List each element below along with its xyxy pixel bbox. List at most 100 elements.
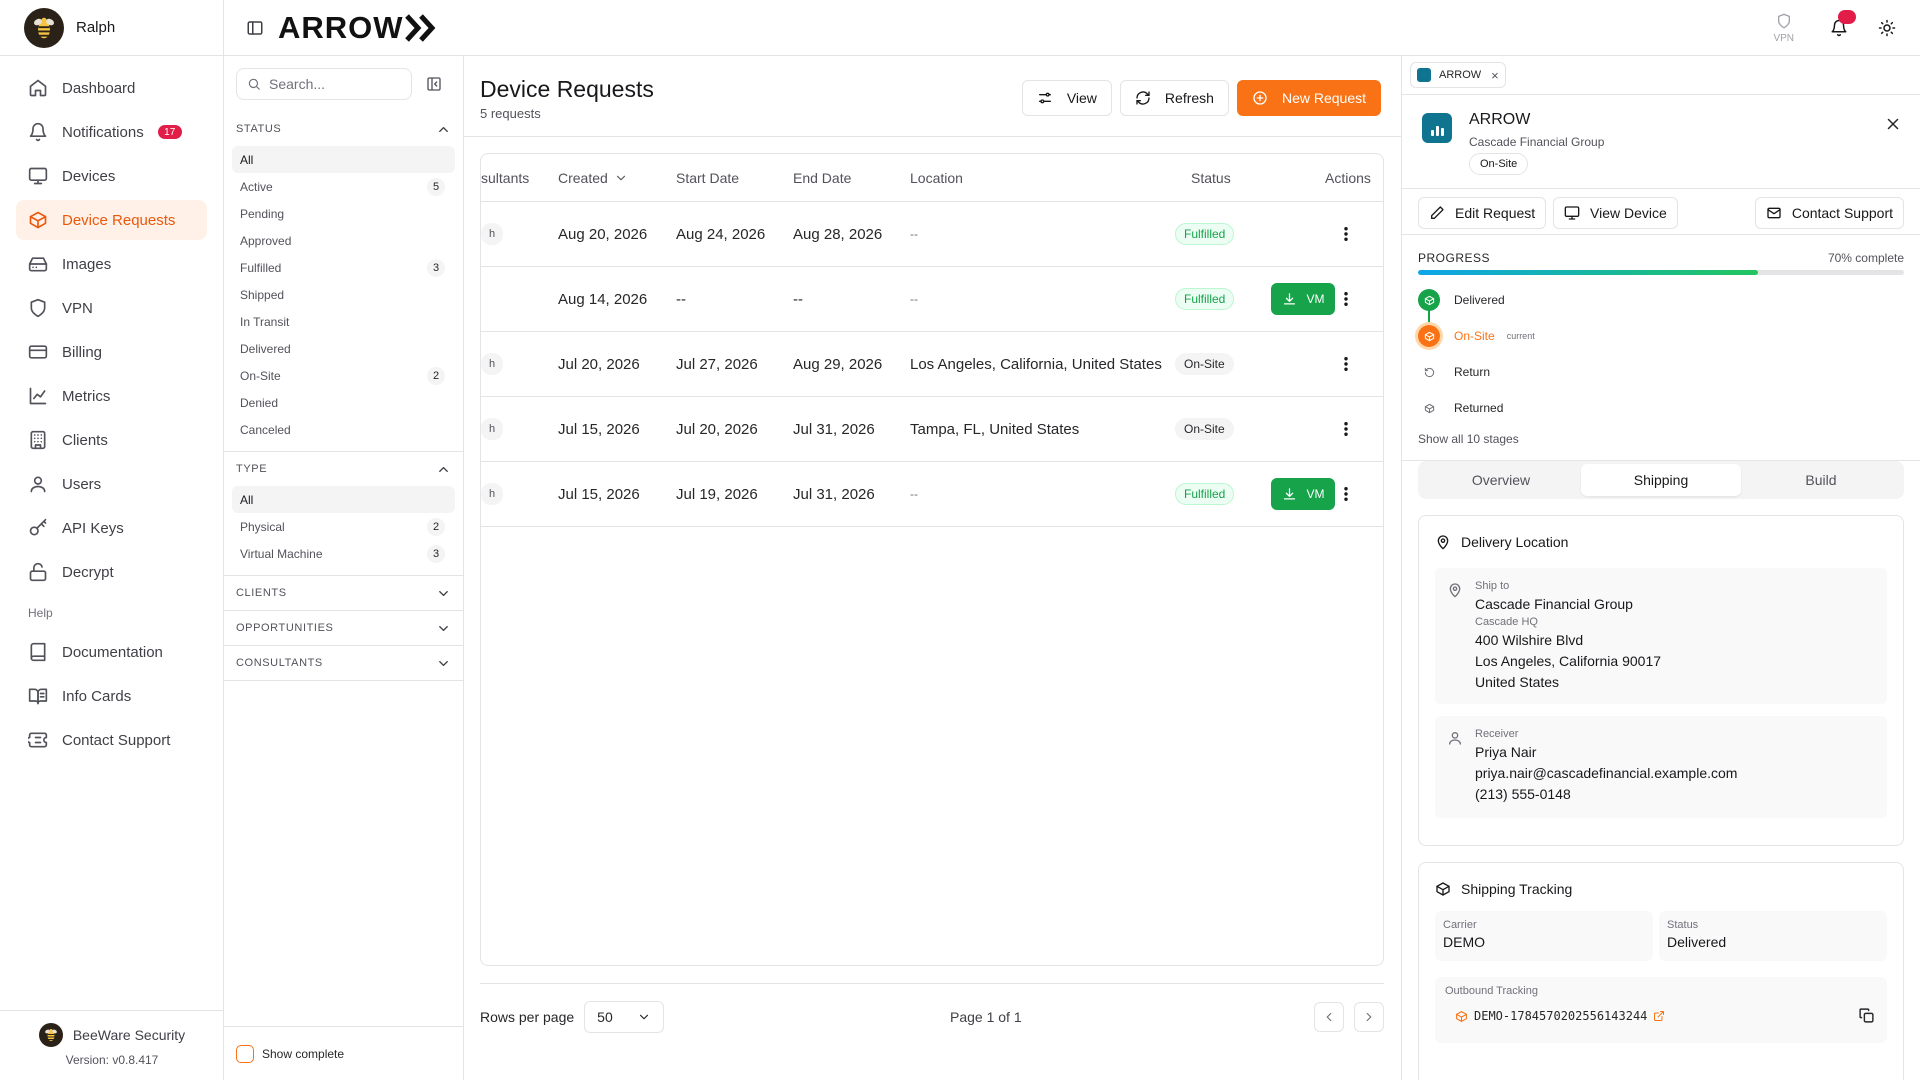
type-filter-option[interactable]: All [232, 486, 455, 513]
sidebar-item-clients[interactable]: Clients [16, 420, 207, 460]
new-request-label: New Request [1281, 90, 1366, 106]
user-avatar-icon [24, 7, 64, 48]
col-end-date[interactable]: End Date [793, 154, 851, 201]
progress-stage: Return [1418, 361, 1490, 383]
copy-icon[interactable] [1858, 1007, 1875, 1024]
rows-per-page-select[interactable]: 50 [584, 1001, 665, 1033]
sidebar-item-label: Info Cards [62, 687, 132, 705]
download-vm-button[interactable]: VM [1271, 283, 1335, 315]
detail-tab-label: ARROW [1439, 69, 1482, 81]
col-consultants[interactable]: sultants [481, 154, 529, 201]
status-filter-option[interactable]: Shipped [232, 281, 455, 308]
ship-to-name: Cascade Financial Group [1475, 596, 1633, 612]
filter-search-input[interactable] [269, 76, 399, 92]
col-location[interactable]: Location [910, 154, 963, 201]
sidebar-item-billing[interactable]: Billing [16, 332, 207, 372]
view-device-button[interactable]: View Device [1553, 197, 1678, 229]
sidebar-item-metrics[interactable]: Metrics [16, 376, 207, 416]
chevron-right-icon [1362, 1010, 1376, 1024]
status-filter-option[interactable]: Delivered [232, 335, 455, 362]
type-filter-option[interactable]: Virtual Machine 3 [232, 540, 455, 567]
cell-created: Jul 20, 2026 [558, 355, 640, 373]
row-actions-menu-icon[interactable] [1337, 225, 1355, 243]
prev-page-button[interactable] [1314, 1002, 1344, 1032]
col-created[interactable]: Created [558, 154, 628, 201]
sidebar-item-dashboard[interactable]: Dashboard [16, 68, 207, 108]
status-filter-option[interactable]: In Transit [232, 308, 455, 335]
notifications-button[interactable] [1830, 10, 1856, 37]
close-tab-icon[interactable]: × [1491, 68, 1499, 83]
user-profile[interactable]: Ralph [0, 0, 223, 56]
sidebar-item-documentation[interactable]: Documentation [16, 632, 207, 672]
status-filter-option[interactable]: Canceled [232, 416, 455, 443]
notification-count-badge: 17 [157, 125, 182, 139]
app-logo[interactable]: ARROW [278, 10, 440, 46]
tab-overview[interactable]: Overview [1421, 464, 1581, 496]
sidebar-item-notifications[interactable]: Notifications 17 [16, 112, 207, 152]
new-request-button[interactable]: New Request [1236, 80, 1381, 116]
status-filter-option[interactable]: All [232, 146, 455, 173]
sidebar-item-device-requests[interactable]: Device Requests [16, 200, 207, 240]
table-row[interactable]: h Jul 15, 2026 Jul 20, 2026 Jul 31, 2026 Tam… [481, 397, 1383, 462]
close-icon [1884, 115, 1902, 133]
sidebar-toggle-icon[interactable] [246, 19, 264, 37]
opportunities-filter-header[interactable]: OPPORTUNITIES [224, 611, 463, 645]
sidebar-item-vpn[interactable]: VPN [16, 288, 207, 328]
contact-support-button[interactable]: Contact Support [1754, 197, 1904, 229]
status-filter-option[interactable]: Active 5 [232, 173, 455, 200]
row-actions-menu-icon[interactable] [1337, 290, 1355, 308]
sidebar-item-info-cards[interactable]: Info Cards [16, 676, 207, 716]
show-all-stages-link[interactable]: Show all 10 stages [1418, 432, 1519, 446]
sidebar-item-images[interactable]: Images [16, 244, 207, 284]
status-filter-option[interactable]: Denied [232, 389, 455, 416]
tab-build[interactable]: Build [1741, 464, 1901, 496]
next-page-button[interactable] [1354, 1002, 1384, 1032]
view-options-button[interactable]: View [1021, 80, 1112, 116]
edit-request-button[interactable]: Edit Request [1418, 197, 1547, 229]
status-filter-option[interactable]: Fulfilled 3 [232, 254, 455, 281]
tab-shipping[interactable]: Shipping [1581, 464, 1741, 496]
status-filter-option[interactable]: Approved [232, 227, 455, 254]
consultants-filter-header[interactable]: CONSULTANTS [224, 646, 463, 680]
clients-filter-header[interactable]: CLIENTS [224, 576, 463, 610]
receiver-email[interactable]: priya.nair@cascadefinancial.example.com [1475, 765, 1737, 781]
close-panel-button[interactable] [1884, 115, 1902, 133]
theme-toggle-button[interactable] [1878, 19, 1896, 37]
status-filter-option[interactable]: Pending [232, 200, 455, 227]
sidebar-item-users[interactable]: Users [16, 464, 207, 504]
detail-tab[interactable]: ARROW × [1410, 62, 1506, 88]
cell-created: Aug 14, 2026 [558, 290, 648, 308]
table-row[interactable]: Aug 14, 2026 -- -- -- Fulfilled VM [481, 267, 1383, 332]
type-filter-option[interactable]: Physical 2 [232, 513, 455, 540]
type-filter-title: TYPE [236, 463, 268, 475]
status-filter-option[interactable]: On-Site 2 [232, 362, 455, 389]
type-filter-header[interactable]: TYPE [224, 452, 463, 486]
table-row[interactable]: h Aug 20, 2026 Aug 24, 2026 Aug 28, 2026 -- F… [481, 202, 1383, 267]
sidebar-item-decrypt[interactable]: Decrypt [16, 552, 207, 592]
col-start-date[interactable]: Start Date [676, 154, 739, 201]
table-row[interactable]: h Jul 20, 2026 Jul 27, 2026 Aug 29, 2026 Los… [481, 332, 1383, 397]
outbound-tracking-number[interactable]: DEMO-1784570202556143244 [1474, 1009, 1647, 1023]
status-filter-header[interactable]: STATUS [224, 112, 463, 146]
download-vm-button[interactable]: VM [1271, 478, 1335, 510]
external-link-icon[interactable] [1653, 1010, 1665, 1022]
refresh-icon [1135, 90, 1151, 106]
vpn-status[interactable]: VPN [1773, 13, 1794, 44]
col-status[interactable]: Status [1191, 154, 1231, 201]
show-complete-toggle[interactable]: Show complete [224, 1026, 464, 1080]
sidebar-item-contact-support[interactable]: Contact Support [16, 720, 207, 760]
row-actions-menu-icon[interactable] [1337, 420, 1355, 438]
sidebar-item-devices[interactable]: Devices [16, 156, 207, 196]
refresh-button[interactable]: Refresh [1119, 80, 1229, 116]
user-icon [1447, 730, 1463, 746]
collapse-panel-icon[interactable] [426, 76, 442, 92]
row-actions-menu-icon[interactable] [1337, 485, 1355, 503]
sidebar-item-label: Device Requests [62, 211, 176, 229]
sidebar-item-label: Images [62, 255, 112, 273]
org-switcher[interactable]: BeeWare Security [0, 1023, 224, 1047]
filter-group-title: CONSULTANTS [236, 657, 323, 669]
row-actions-menu-icon[interactable] [1337, 355, 1355, 373]
sidebar-item-api-keys[interactable]: API Keys [16, 508, 207, 548]
table-row[interactable]: h Jul 15, 2026 Jul 19, 2026 Jul 31, 2026 -- F… [481, 462, 1383, 527]
show-complete-checkbox[interactable] [236, 1044, 254, 1063]
